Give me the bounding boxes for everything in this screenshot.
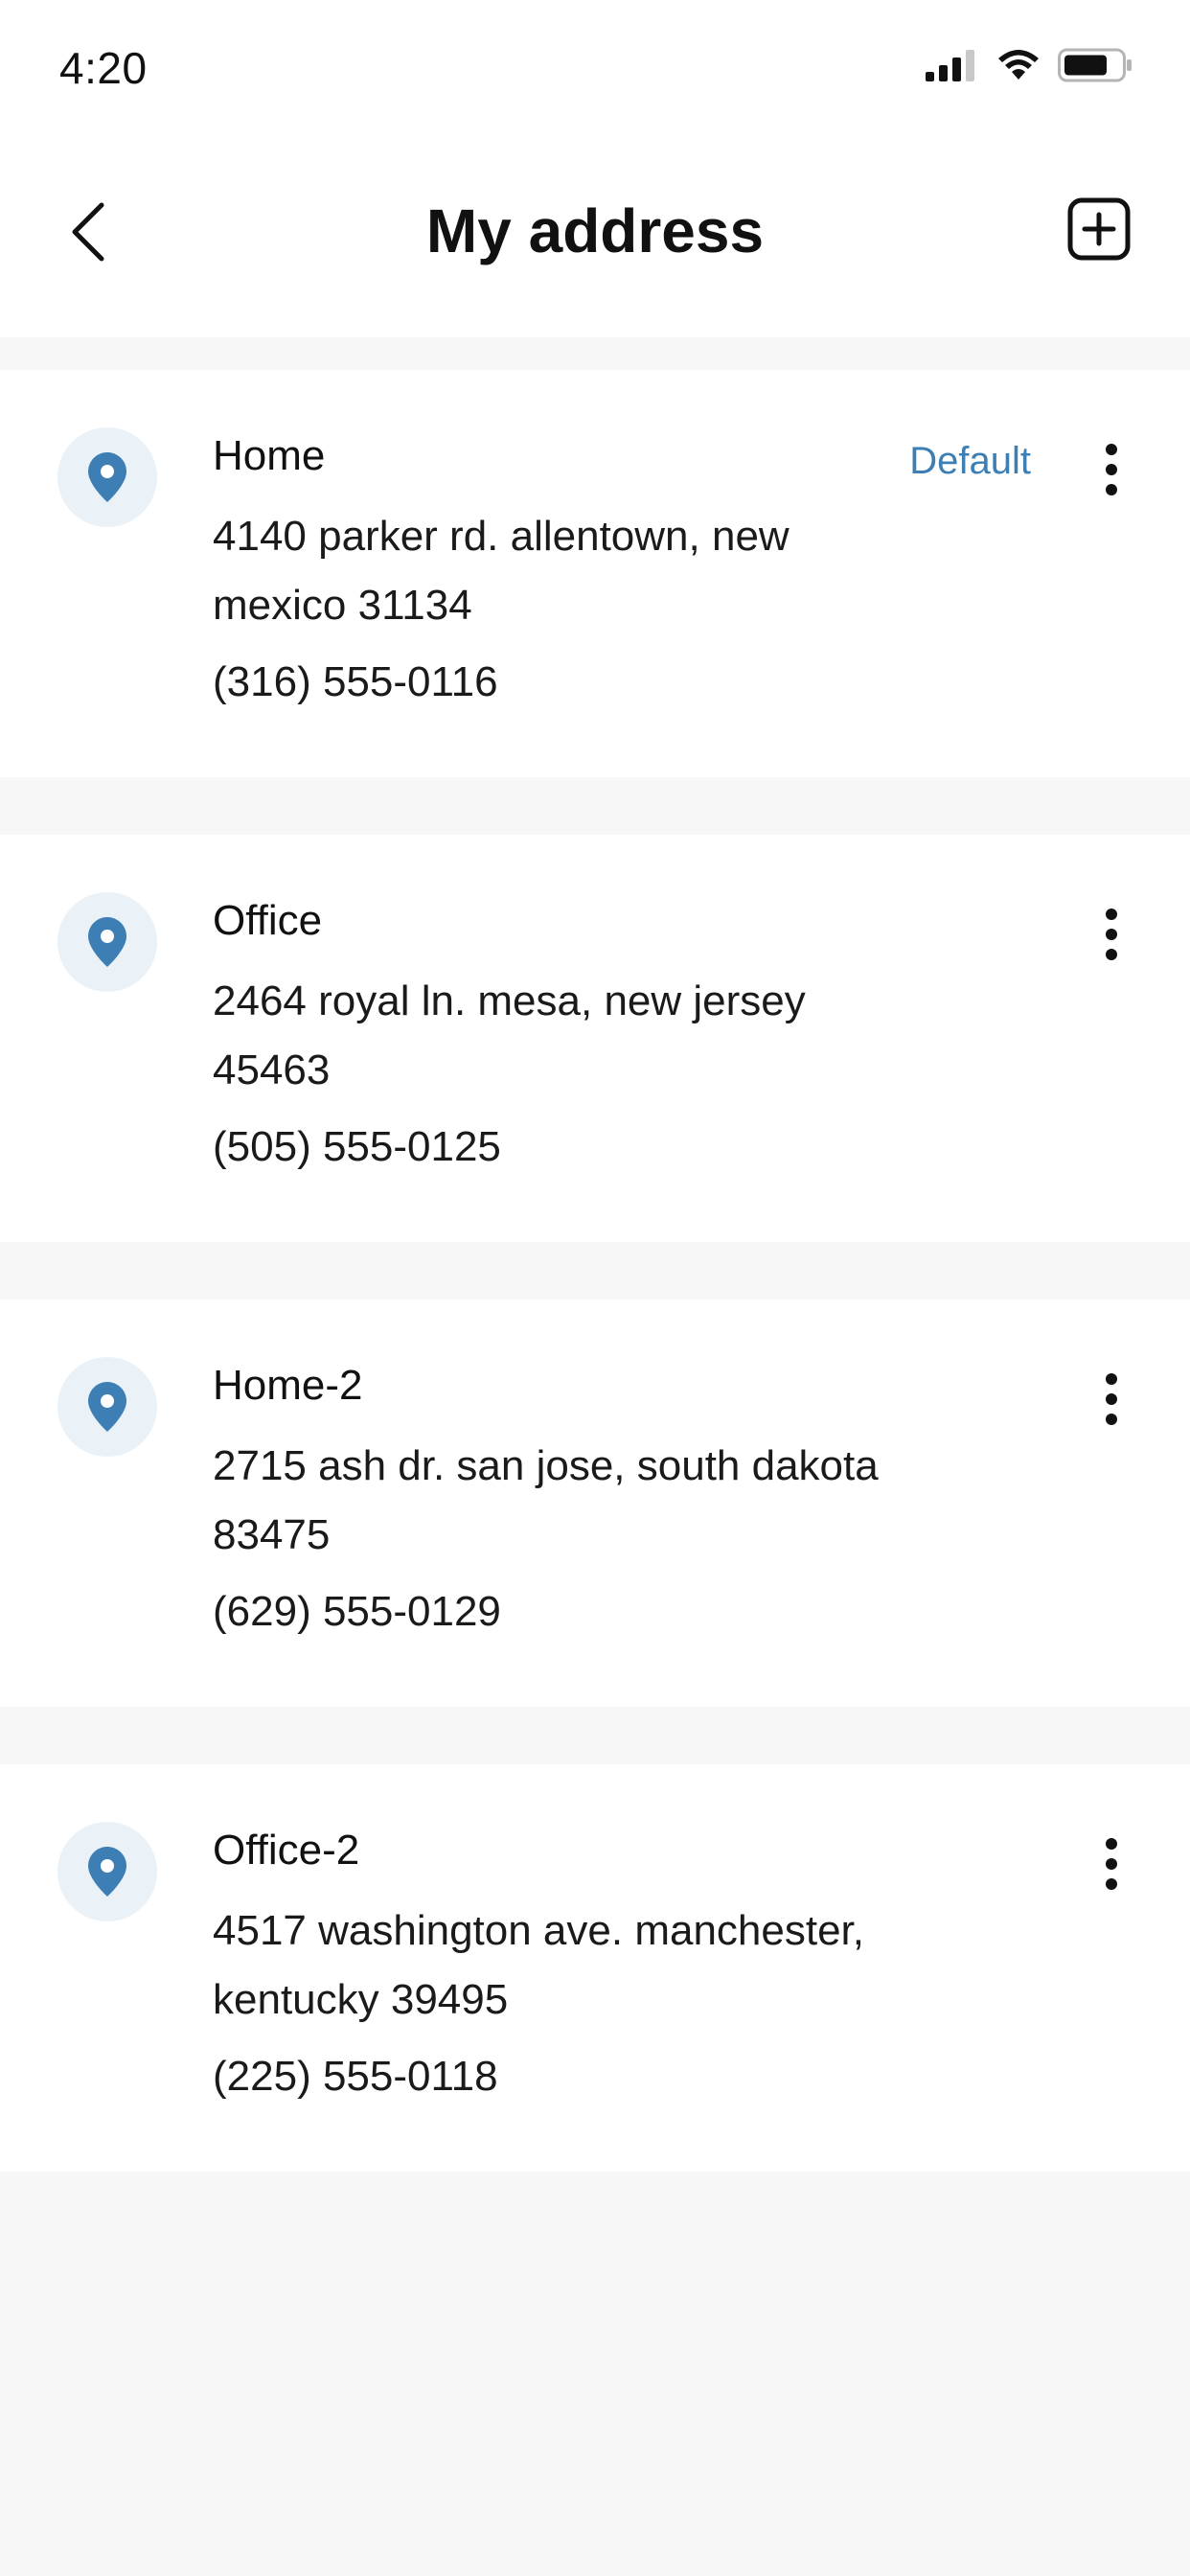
plus-square-icon — [1067, 197, 1131, 265]
more-vertical-icon — [1106, 1838, 1117, 1850]
location-pin-icon — [57, 427, 157, 527]
address-list: Home 4140 parker rd. allentown, new mexi… — [0, 370, 1190, 2229]
address-card-body: Office-2 4517 washington ave. manchester… — [213, 1822, 941, 2105]
address-phone: (505) 555-0125 — [213, 1123, 501, 1170]
address-text: 4140 parker rd. allentown, new mexico 31… — [213, 513, 790, 629]
address-card[interactable]: Home-2 2715 ash dr. san jose, south dako… — [0, 1300, 1190, 1707]
battery-icon — [1058, 48, 1133, 87]
page-title: My address — [425, 196, 765, 265]
location-pin-icon — [57, 1357, 157, 1457]
address-card[interactable]: Home 4140 parker rd. allentown, new mexi… — [0, 370, 1190, 777]
address-text: 2715 ash dr. san jose, south dakota 8347… — [213, 1442, 879, 1558]
address-phone: (629) 555-0129 — [213, 1588, 501, 1635]
address-text: 2464 royal ln. mesa, new jersey 45463 — [213, 978, 806, 1093]
more-options-button[interactable] — [1092, 1826, 1131, 1902]
address-text: 4517 washington ave. manchester, kentuck… — [213, 1907, 865, 2023]
default-badge: Default — [909, 440, 1031, 482]
location-pin-icon — [57, 892, 157, 992]
more-vertical-icon — [1106, 1373, 1117, 1385]
address-card[interactable]: Office 2464 royal ln. mesa, new jersey 4… — [0, 835, 1190, 1242]
status-bar: 4:20 — [0, 0, 1190, 134]
status-icons — [926, 48, 1133, 87]
address-card-body: Home-2 2715 ash dr. san jose, south dako… — [213, 1357, 941, 1641]
wifi-icon — [996, 49, 1041, 86]
location-pin-icon — [57, 1822, 157, 1921]
nav-header: My address — [0, 134, 1190, 337]
address-phone: (316) 555-0116 — [213, 658, 498, 705]
address-card-body: Office 2464 royal ln. mesa, new jersey 4… — [213, 892, 941, 1176]
address-label: Office — [213, 897, 323, 944]
address-label: Home — [213, 432, 326, 479]
cellular-signal-icon — [926, 49, 979, 86]
address-label: Home-2 — [213, 1362, 363, 1409]
more-options-button[interactable] — [1092, 1361, 1131, 1438]
more-vertical-icon — [1106, 444, 1117, 455]
address-card-body: Home 4140 parker rd. allentown, new mexi… — [213, 427, 941, 711]
address-phone: (225) 555-0118 — [213, 2053, 498, 2100]
status-time: 4:20 — [59, 43, 148, 93]
more-options-button[interactable] — [1092, 431, 1131, 508]
add-address-button[interactable] — [1065, 197, 1133, 264]
more-options-button[interactable] — [1092, 896, 1131, 973]
address-card[interactable]: Office-2 4517 washington ave. manchester… — [0, 1764, 1190, 2172]
address-label: Office-2 — [213, 1827, 360, 1874]
more-vertical-icon — [1106, 908, 1117, 920]
